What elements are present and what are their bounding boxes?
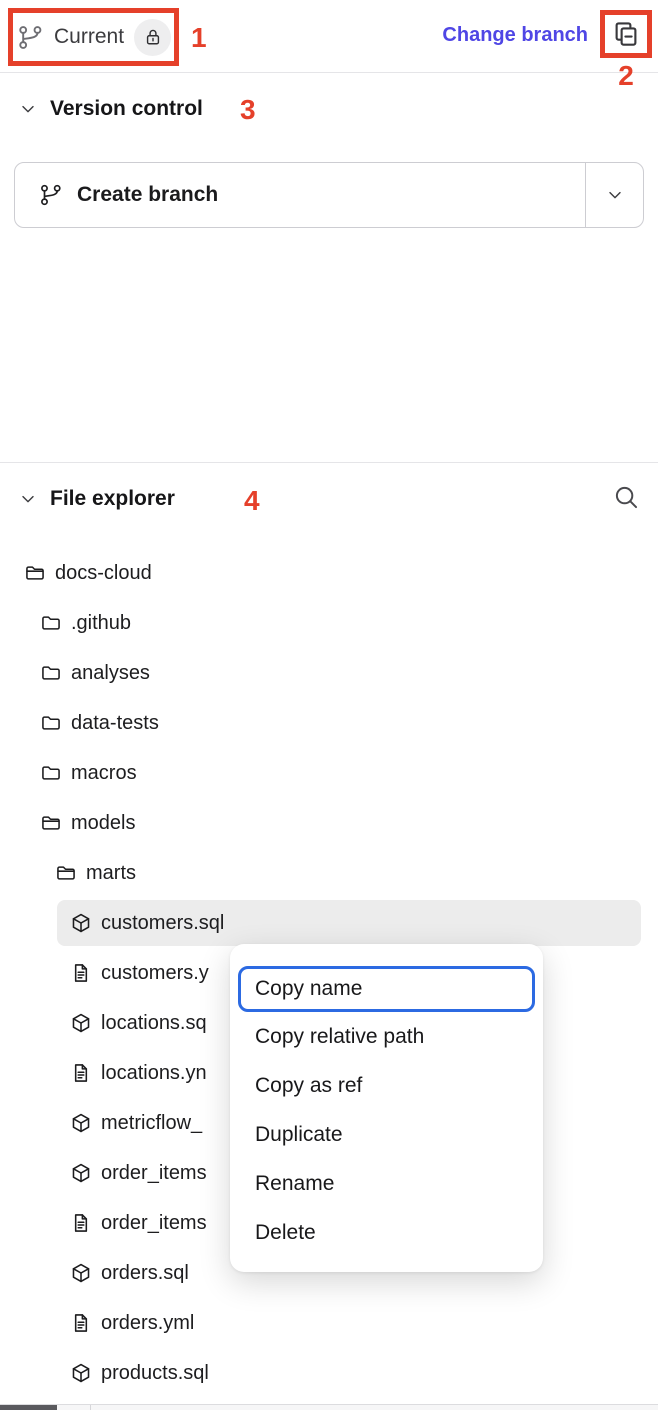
horizontal-scrollbar [0,1404,658,1410]
chevron-down-icon[interactable] [18,99,38,119]
tree-item-docs-cloud[interactable]: docs-cloud [0,548,658,598]
file-explorer-header[interactable]: File explorer [18,484,175,514]
tree-item-github[interactable]: .github [0,598,658,648]
copy-icon [611,19,641,49]
git-branch-icon [39,183,63,207]
model-cube-icon [70,1162,92,1184]
model-cube-icon [70,1262,92,1284]
tree-item-label: metricflow_ [101,1112,202,1135]
chevron-down-icon[interactable] [18,489,38,509]
create-branch-dropdown-toggle[interactable] [585,163,643,227]
file-explorer-title: File explorer [50,487,175,511]
copy-files-button[interactable] [600,10,652,58]
tree-item-label: customers.y [101,962,209,985]
menu-item-copy-relative-path[interactable]: Copy relative path [238,1012,535,1061]
tree-item-label: macros [71,762,137,785]
tree-item-label: products.sql [101,1362,209,1385]
change-branch-link[interactable]: Change branch [442,24,588,47]
folder-icon [40,612,62,634]
version-control-title: Version control [50,97,203,121]
document-icon [70,962,92,984]
tree-item-label: data-tests [71,712,159,735]
tree-item-models[interactable]: models [0,798,658,848]
tree-item-label: .github [71,612,131,635]
tree-item-analyses[interactable]: analyses [0,648,658,698]
annotation-number-4: 4 [244,485,260,517]
menu-item-copy-as-ref[interactable]: Copy as ref [238,1061,535,1110]
menu-item-rename[interactable]: Rename [238,1159,535,1208]
branch-locked-badge [134,19,171,56]
scrollbar-thumb[interactable] [0,1405,57,1410]
create-branch-label: Create branch [77,183,218,207]
create-branch-split-button: Create branch [14,162,644,228]
folder-open-icon [55,862,77,884]
version-control-header[interactable]: Version control [18,94,203,124]
model-cube-icon [70,1112,92,1134]
folder-open-icon [24,562,46,584]
tree-item-label: order_items [101,1162,207,1185]
bottom-panel-divider [90,1405,91,1410]
branch-toolbar: Current Change branch [0,0,658,73]
chevron-down-icon [605,185,625,205]
tree-item-label: marts [86,862,136,885]
tree-item-label: locations.yn [101,1062,207,1085]
search-icon [612,483,640,511]
document-icon [70,1212,92,1234]
tree-item-label: docs-cloud [55,562,152,585]
annotation-number-3: 3 [240,94,256,126]
document-icon [70,1312,92,1334]
file-context-menu: Copy name Copy relative path Copy as ref… [230,944,543,1272]
tree-item-macros[interactable]: macros [0,748,658,798]
tree-item-label: models [71,812,135,835]
tree-item-orders-yml[interactable]: orders.yml [0,1298,658,1348]
tree-item-label: orders.yml [101,1312,194,1335]
folder-icon [40,712,62,734]
section-divider [0,462,658,463]
tree-item-label: customers.sql [101,912,224,935]
model-cube-icon [70,1012,92,1034]
current-branch-label: Current [54,25,124,49]
tree-item-marts[interactable]: marts [0,848,658,898]
tree-item-data-tests[interactable]: data-tests [0,698,658,748]
tree-item-customers-sql[interactable]: customers.sql [0,898,658,948]
lock-icon [143,27,163,47]
menu-item-duplicate[interactable]: Duplicate [238,1110,535,1159]
model-cube-icon [70,912,92,934]
folder-icon [40,762,62,784]
document-icon [70,1062,92,1084]
model-cube-icon [70,1362,92,1384]
tree-item-label: order_items [101,1212,207,1235]
folder-open-icon [40,812,62,834]
folder-icon [40,662,62,684]
menu-item-delete[interactable]: Delete [238,1208,535,1257]
file-search-button[interactable] [612,483,642,513]
git-branch-icon [17,24,44,51]
tree-item-label: orders.sql [101,1262,189,1285]
create-branch-button[interactable]: Create branch [15,163,585,227]
tree-item-products-sql[interactable]: products.sql [0,1348,658,1398]
tree-item-label: locations.sq [101,1012,207,1035]
menu-item-copy-name[interactable]: Copy name [238,966,535,1012]
tree-item-label: analyses [71,662,150,685]
current-branch-button[interactable]: Current [17,8,171,66]
